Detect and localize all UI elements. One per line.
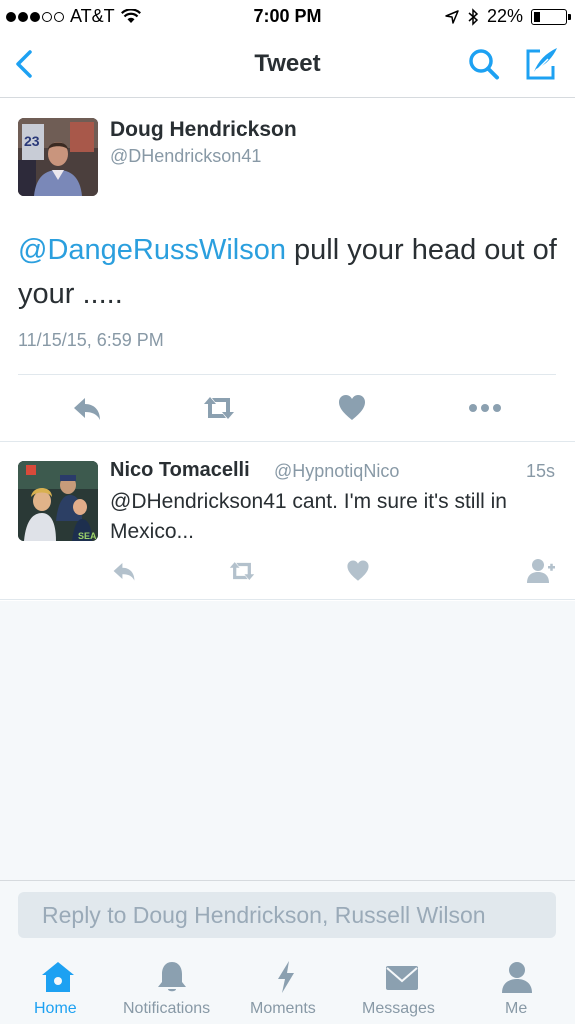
tab-messages[interactable]: Messages xyxy=(345,952,460,1024)
reply-timestamp: 15s xyxy=(525,461,555,481)
reply-tweet[interactable]: SEA Nico Tomacelli @HypnotiqNico 15s @DH… xyxy=(0,442,575,600)
tweet-text: @DangeRussWilson pull your head out of y… xyxy=(18,228,563,316)
tab-notifications[interactable]: Notifications xyxy=(115,952,230,1024)
like-icon[interactable] xyxy=(346,558,370,584)
author-handle[interactable]: @DHendrickson41 xyxy=(110,146,261,167)
tab-bar: Home Notifications Moments Messages Me xyxy=(0,952,575,1024)
search-icon[interactable] xyxy=(466,47,502,83)
avatar[interactable]: SEA xyxy=(18,461,98,541)
envelope-icon xyxy=(386,966,418,990)
tab-label: Notifications xyxy=(123,1000,211,1017)
reply-author-handle[interactable]: @HypnotiqNico xyxy=(274,461,399,482)
empty-conversation-area xyxy=(0,601,575,880)
tab-moments[interactable]: Moments xyxy=(230,952,345,1024)
tab-me[interactable]: Me xyxy=(460,952,575,1024)
tab-home[interactable]: Home xyxy=(0,952,115,1024)
mention-link[interactable]: @DangeRussWilson xyxy=(18,234,286,266)
avatar-image: SEA xyxy=(18,461,98,541)
bell-icon xyxy=(158,962,186,992)
compose-icon[interactable] xyxy=(522,45,560,83)
reply-icon[interactable] xyxy=(72,392,102,424)
retweet-icon[interactable] xyxy=(201,392,237,424)
tab-label: Messages xyxy=(362,1000,435,1017)
tab-label: Me xyxy=(505,1000,528,1017)
avatar-image: 23 xyxy=(18,118,98,196)
tab-label: Home xyxy=(34,1000,77,1017)
battery-icon xyxy=(531,8,571,25)
follow-icon[interactable] xyxy=(526,558,556,584)
retweet-icon[interactable] xyxy=(227,558,257,584)
svg-text:SEA: SEA xyxy=(78,531,97,541)
more-icon[interactable] xyxy=(468,392,502,424)
reply-composer xyxy=(0,880,575,952)
reply-actions xyxy=(0,558,575,586)
reply-text: @DHendrickson41 cant. I'm sure it's stil… xyxy=(110,490,507,543)
tweet-timestamp: 11/15/15, 6:59 PM xyxy=(18,330,164,350)
navigation-bar: Tweet xyxy=(0,32,575,98)
tweet-actions xyxy=(0,392,575,424)
status-indicators: 22% xyxy=(445,6,571,27)
reply-input[interactable] xyxy=(18,892,556,938)
like-icon[interactable] xyxy=(338,392,366,424)
person-icon xyxy=(502,962,532,993)
location-arrow-icon xyxy=(445,9,459,24)
author-name[interactable]: Doug Hendrickson xyxy=(110,118,297,142)
home-icon xyxy=(42,962,74,992)
reply-author-name[interactable]: Nico Tomacelli xyxy=(110,459,250,482)
main-tweet: 23 Doug Hendrickson @DHendrickson41 @Dan… xyxy=(0,99,575,442)
svg-text:23: 23 xyxy=(24,133,40,149)
avatar[interactable]: 23 xyxy=(18,118,98,196)
battery-percent: 22% xyxy=(486,6,523,26)
status-bar: AT&T 7:00 PM 22% xyxy=(0,0,575,32)
tab-label: Moments xyxy=(250,1000,316,1017)
bluetooth-icon xyxy=(468,7,479,26)
reply-icon[interactable] xyxy=(112,558,136,584)
divider xyxy=(18,374,556,375)
lightning-icon xyxy=(278,961,294,993)
